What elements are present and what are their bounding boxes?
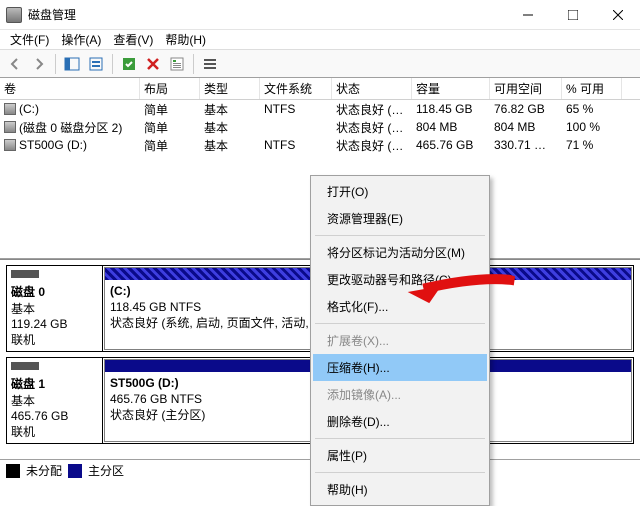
disk-label: 磁盘 1 bbox=[11, 375, 98, 392]
col-status[interactable]: 状态 bbox=[332, 78, 412, 99]
toolbar bbox=[0, 50, 640, 78]
disk-icon bbox=[11, 270, 39, 278]
back-icon[interactable] bbox=[4, 53, 26, 75]
cell bbox=[260, 125, 332, 129]
cell: 状态良好 (… bbox=[332, 135, 412, 156]
disk-kind: 基本 bbox=[11, 300, 98, 317]
panel-icon[interactable] bbox=[61, 53, 83, 75]
menu-separator bbox=[315, 235, 485, 236]
cell: 804 MB bbox=[490, 118, 562, 136]
context-menu: 打开(O) 资源管理器(E) 将分区标记为活动分区(M) 更改驱动器号和路径(C… bbox=[310, 175, 490, 506]
app-icon bbox=[6, 7, 22, 23]
menu-separator bbox=[315, 472, 485, 473]
cell: 118.45 GB bbox=[412, 100, 490, 118]
menu-separator bbox=[315, 438, 485, 439]
volume-icon bbox=[4, 121, 16, 133]
disk-icon bbox=[11, 362, 39, 370]
disk-size: 119.24 GB bbox=[11, 317, 98, 331]
refresh-icon[interactable] bbox=[118, 53, 140, 75]
cell: 65 % bbox=[562, 100, 622, 118]
ctx-extend: 扩展卷(X)... bbox=[313, 327, 487, 354]
cell: ST500G (D:) bbox=[19, 138, 87, 152]
disk-info[interactable]: 磁盘 0 基本 119.24 GB 联机 bbox=[7, 266, 103, 351]
ctx-add-mirror: 添加镜像(A)... bbox=[313, 381, 487, 408]
cell: (C:) bbox=[19, 102, 39, 116]
disk-info[interactable]: 磁盘 1 基本 465.76 GB 联机 bbox=[7, 358, 103, 443]
titlebar: 磁盘管理 bbox=[0, 0, 640, 30]
ctx-help[interactable]: 帮助(H) bbox=[313, 476, 487, 503]
ctx-open[interactable]: 打开(O) bbox=[313, 178, 487, 205]
menu-separator bbox=[315, 323, 485, 324]
legend-label: 主分区 bbox=[88, 462, 124, 479]
volume-icon bbox=[4, 139, 16, 151]
close-button[interactable] bbox=[595, 0, 640, 30]
col-filesystem[interactable]: 文件系统 bbox=[260, 78, 332, 99]
cell: 804 MB bbox=[412, 118, 490, 136]
disk-size: 465.76 GB bbox=[11, 409, 98, 423]
forward-icon[interactable] bbox=[28, 53, 50, 75]
cell: 基本 bbox=[200, 135, 260, 156]
table-row[interactable]: (C:) 简单 基本 NTFS 状态良好 (… 118.45 GB 76.82 … bbox=[0, 100, 640, 118]
legend-label: 未分配 bbox=[26, 462, 62, 479]
cell: 71 % bbox=[562, 136, 622, 154]
minimize-button[interactable] bbox=[505, 0, 550, 30]
delete-icon[interactable] bbox=[142, 53, 164, 75]
col-capacity[interactable]: 容量 bbox=[412, 78, 490, 99]
col-free[interactable]: 可用空间 bbox=[490, 78, 562, 99]
table-header: 卷 布局 类型 文件系统 状态 容量 可用空间 % 可用 bbox=[0, 78, 640, 100]
table-row[interactable]: ST500G (D:) 简单 基本 NTFS 状态良好 (… 465.76 GB… bbox=[0, 136, 640, 154]
col-type[interactable]: 类型 bbox=[200, 78, 260, 99]
disk-state: 联机 bbox=[11, 423, 98, 440]
properties-icon[interactable] bbox=[166, 53, 188, 75]
menu-file[interactable]: 文件(F) bbox=[4, 29, 55, 50]
disk-label: 磁盘 0 bbox=[11, 283, 98, 300]
col-volume[interactable]: 卷 bbox=[0, 78, 140, 99]
volume-icon bbox=[4, 103, 16, 115]
legend-swatch-primary bbox=[68, 464, 82, 478]
menu-action[interactable]: 操作(A) bbox=[55, 29, 107, 50]
menu-view[interactable]: 查看(V) bbox=[107, 29, 159, 50]
col-layout[interactable]: 布局 bbox=[140, 78, 200, 99]
table-row[interactable]: (磁盘 0 磁盘分区 2) 简单 基本 状态良好 (… 804 MB 804 M… bbox=[0, 118, 640, 136]
list-icon[interactable] bbox=[199, 53, 221, 75]
cell: (磁盘 0 磁盘分区 2) bbox=[19, 119, 122, 136]
ctx-change-drive[interactable]: 更改驱动器号和路径(C)... bbox=[313, 266, 487, 293]
cell: 简单 bbox=[140, 135, 200, 156]
legend-swatch-unallocated bbox=[6, 464, 20, 478]
cell: NTFS bbox=[260, 100, 332, 118]
cell: NTFS bbox=[260, 136, 332, 154]
ctx-properties[interactable]: 属性(P) bbox=[313, 442, 487, 469]
ctx-explorer[interactable]: 资源管理器(E) bbox=[313, 205, 487, 232]
col-percent[interactable]: % 可用 bbox=[562, 78, 622, 99]
cell: 100 % bbox=[562, 118, 622, 136]
window-title: 磁盘管理 bbox=[28, 6, 505, 23]
disk-state: 联机 bbox=[11, 331, 98, 348]
ctx-shrink[interactable]: 压缩卷(H)... bbox=[313, 354, 487, 381]
ctx-delete[interactable]: 删除卷(D)... bbox=[313, 408, 487, 435]
maximize-button[interactable] bbox=[550, 0, 595, 30]
disk-kind: 基本 bbox=[11, 392, 98, 409]
ctx-mark-active[interactable]: 将分区标记为活动分区(M) bbox=[313, 239, 487, 266]
cell: 76.82 GB bbox=[490, 100, 562, 118]
cell: 330.71 … bbox=[490, 136, 562, 154]
menubar: 文件(F) 操作(A) 查看(V) 帮助(H) bbox=[0, 30, 640, 50]
ctx-format[interactable]: 格式化(F)... bbox=[313, 293, 487, 320]
cell: 465.76 GB bbox=[412, 136, 490, 154]
settings-icon[interactable] bbox=[85, 53, 107, 75]
menu-help[interactable]: 帮助(H) bbox=[159, 29, 212, 50]
